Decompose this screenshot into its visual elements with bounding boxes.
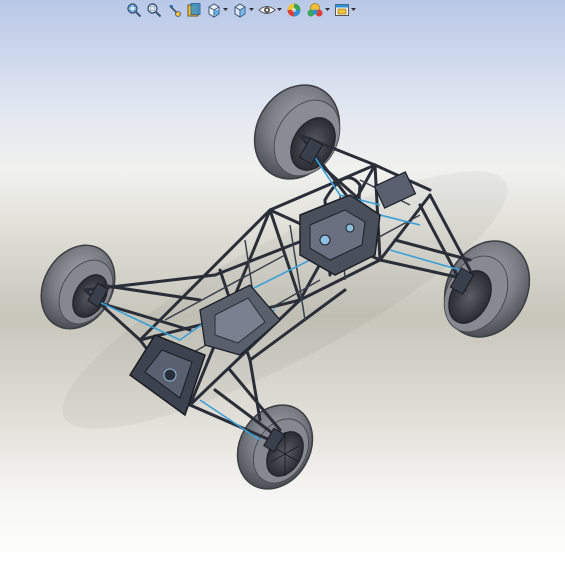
3d-graphics-area[interactable]	[0, 0, 565, 565]
rear-left-wheel[interactable]	[238, 70, 356, 195]
